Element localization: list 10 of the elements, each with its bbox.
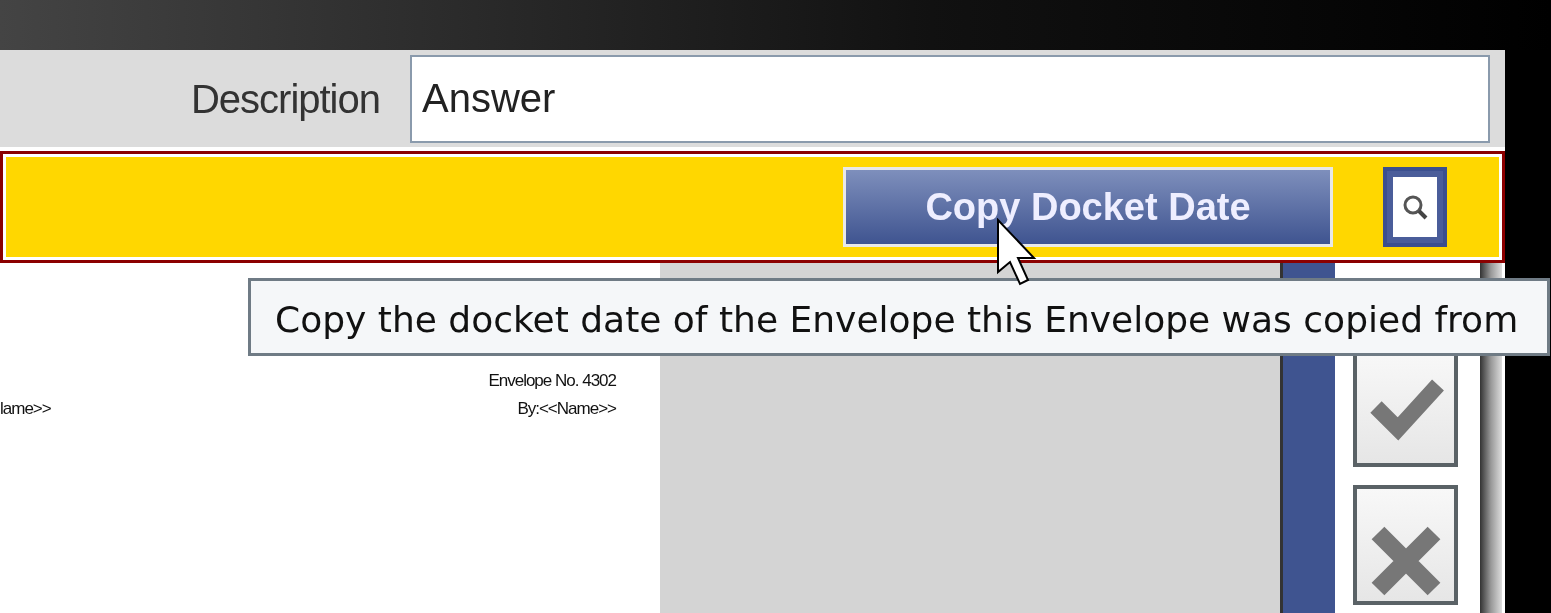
field-label: Description [189,75,380,123]
discard-button[interactable] [1353,485,1458,605]
search-button[interactable] [1383,167,1447,247]
document-text: Envelope No. 4302 [488,370,616,392]
copy-docket-date-button[interactable]: Copy Docket Date [843,167,1333,247]
document-text: By:<<Name>> [517,398,616,420]
search-icon [1393,177,1437,237]
description-field[interactable]: Answer [410,54,1490,143]
document-text: lame>> [0,398,51,420]
tooltip: Copy the docket date of the Envelope this Envelope was copied from [248,278,1550,356]
